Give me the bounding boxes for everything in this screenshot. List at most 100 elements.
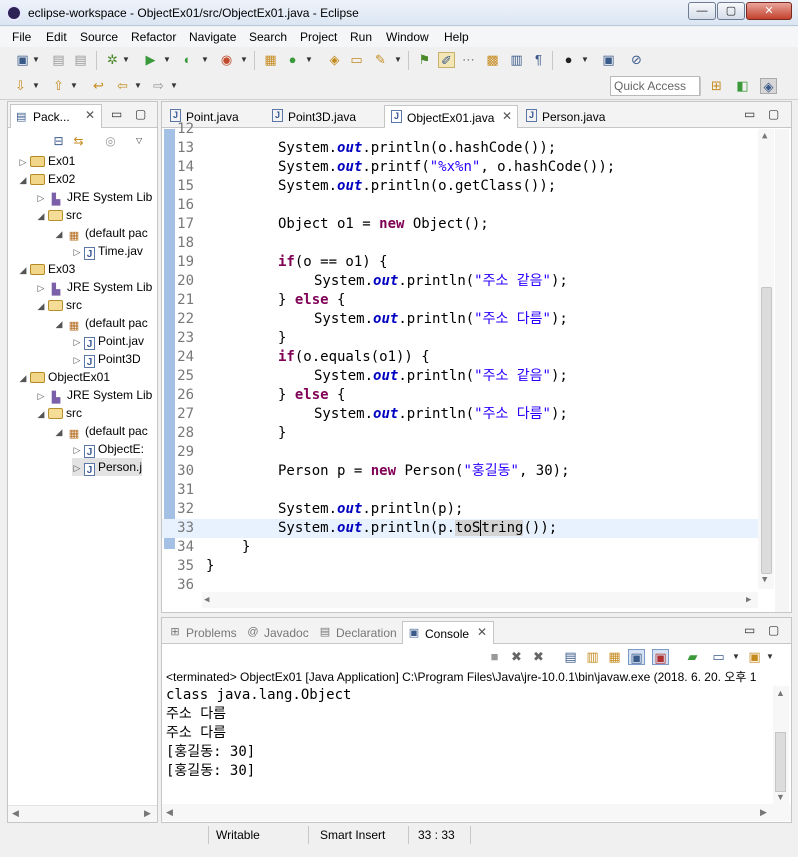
chevron-down-icon[interactable]: ▼	[240, 52, 248, 68]
scrollbar-thumb[interactable]	[775, 732, 786, 792]
tab-console[interactable]: ▣ Console ✕	[402, 621, 494, 644]
menu-search[interactable]: Search	[249, 30, 287, 44]
scroll-right-icon[interactable]: ▶	[746, 595, 751, 605]
view-menu-icon[interactable]: ▽	[136, 133, 144, 149]
open-perspective-icon[interactable]: ⊞	[708, 78, 725, 94]
toggle-breadcrumb-icon[interactable]: ⚑	[416, 52, 433, 68]
forward-icon[interactable]: ⇨	[150, 78, 167, 94]
collapse-icon[interactable]: ◢	[18, 261, 28, 279]
next-annotation-icon[interactable]: ⇩	[12, 78, 29, 94]
clear-console-icon[interactable]: ▤	[562, 649, 579, 665]
tree-item-selected[interactable]: ▷ J Person.j	[72, 458, 143, 477]
save-all-icon[interactable]: ▤	[72, 52, 89, 68]
maximize-button[interactable]: ▢	[717, 2, 745, 20]
last-edit-location-icon[interactable]: ↩	[90, 78, 107, 94]
remove-all-terminated-icon[interactable]: ✖	[530, 649, 547, 665]
tree-item[interactable]: ▷ J ObjectE:	[72, 440, 144, 458]
tab-declaration[interactable]: ▤ Declaration	[314, 621, 402, 644]
chevron-down-icon[interactable]: ▼	[766, 649, 774, 665]
tree-item[interactable]: ◢ ▦ (default pac	[54, 224, 148, 242]
menu-edit[interactable]: Edit	[46, 30, 67, 44]
close-button[interactable]: ✕	[746, 2, 792, 20]
scroll-down-icon[interactable]: ▼	[776, 792, 785, 802]
back-icon[interactable]: ⇦	[114, 78, 131, 94]
chevron-down-icon[interactable]: ▼	[732, 649, 740, 665]
scrollbar-thumb[interactable]	[761, 287, 772, 574]
scroll-lock-icon[interactable]: ▥	[584, 649, 601, 665]
block-selection-icon[interactable]: ▥	[508, 52, 525, 68]
search-icon[interactable]: ✎	[372, 52, 389, 68]
highlight-pen-icon[interactable]: ✐	[438, 52, 455, 68]
tree-item[interactable]: ▷ J Time.jav	[72, 242, 143, 260]
open-console-icon[interactable]: ▣	[746, 649, 763, 665]
pin-console-icon[interactable]: ▰	[684, 649, 701, 665]
menu-project[interactable]: Project	[300, 30, 337, 44]
expand-icon[interactable]: ▷	[36, 279, 46, 297]
menu-run[interactable]: Run	[350, 30, 372, 44]
coverage-icon[interactable]: ◐	[179, 52, 196, 68]
maximize-view-icon[interactable]: ▢	[768, 623, 779, 637]
monitor-icon[interactable]: ▣	[600, 52, 617, 68]
close-icon[interactable]: ✕	[477, 625, 487, 639]
new-class-icon[interactable]: ●	[284, 52, 301, 68]
collapse-icon[interactable]: ◢	[54, 315, 64, 333]
chevron-down-icon[interactable]: ▼	[134, 78, 142, 94]
paragraph-icon[interactable]: ¶	[530, 52, 547, 68]
scroll-left-icon[interactable]: ◀	[12, 808, 19, 819]
vertical-scrollbar[interactable]: ▲ ▼	[758, 129, 774, 589]
minimize-view-icon[interactable]: ▭	[744, 107, 755, 121]
quick-access-input[interactable]: Quick Access	[610, 76, 700, 96]
link-with-editor-icon[interactable]: ⇆	[70, 133, 87, 149]
pin-icon[interactable]: ⊘	[628, 52, 645, 68]
chevron-down-icon[interactable]: ▼	[32, 52, 40, 68]
collapse-icon[interactable]: ◢	[18, 369, 28, 387]
maximize-view-icon[interactable]: ▢	[135, 107, 146, 121]
maximize-view-icon[interactable]: ▢	[768, 107, 779, 121]
tree-item[interactable]: ◢ ▦ (default pac	[54, 422, 148, 440]
open-folder-icon[interactable]: ▭	[348, 52, 365, 68]
tab-package-explorer[interactable]: ▤ Pack... ✕	[10, 104, 102, 128]
scroll-left-icon[interactable]: ◀	[204, 595, 209, 605]
chevron-down-icon[interactable]: ▼	[201, 52, 209, 68]
scroll-right-icon[interactable]: ▶	[760, 807, 767, 818]
vertical-scrollbar[interactable]: ▲ ▼	[773, 686, 789, 804]
tree-item[interactable]: ▷ Ex01	[18, 152, 76, 170]
chevron-down-icon[interactable]: ▼	[394, 52, 402, 68]
focus-icon[interactable]: ◎	[102, 133, 119, 149]
collapse-icon[interactable]: ◢	[36, 405, 46, 423]
tree-item[interactable]: ▷ ▙ JRE System Lib	[36, 188, 153, 206]
tree-item[interactable]: ▷ ▙ JRE System Lib	[36, 278, 153, 297]
expand-icon[interactable]: ▷	[72, 351, 82, 369]
word-wrap-icon[interactable]: ▦	[606, 649, 623, 665]
close-icon[interactable]: ✕	[85, 108, 95, 122]
tree-item[interactable]: ▷ J Point3D	[72, 350, 141, 368]
scroll-right-icon[interactable]: ▶	[144, 808, 151, 819]
collapse-all-icon[interactable]: ⊟	[50, 133, 67, 149]
horizontal-scrollbar[interactable]: ◀ ▶	[202, 592, 758, 608]
chevron-down-icon[interactable]: ▼	[163, 52, 171, 68]
tree-item[interactable]: ◢ src	[36, 206, 82, 224]
chevron-down-icon[interactable]: ▼	[70, 78, 78, 94]
tab-javadoc[interactable]: @ Javadoc	[242, 621, 312, 644]
menu-file[interactable]: File	[12, 30, 31, 44]
open-type-icon[interactable]: ◈	[326, 52, 343, 68]
expand-icon[interactable]: ▷	[72, 333, 82, 351]
debug-icon[interactable]: ✲	[104, 52, 121, 68]
tree-item[interactable]: ▷ J Point.jav	[72, 332, 144, 350]
chevron-down-icon[interactable]: ▼	[581, 52, 589, 68]
expand-icon[interactable]: ▷	[72, 459, 82, 477]
account-icon[interactable]: ●	[560, 52, 577, 68]
terminate-icon[interactable]: ■	[486, 649, 503, 665]
tree-item[interactable]: ▷ ▙ JRE System Lib	[36, 386, 153, 404]
show-whitespace-icon[interactable]: ▩	[484, 52, 501, 68]
scroll-up-icon[interactable]: ▲	[776, 688, 785, 698]
previous-annotation-icon[interactable]: ⇧	[50, 78, 67, 94]
menu-help[interactable]: Help	[444, 30, 469, 44]
chevron-down-icon[interactable]: ▼	[305, 52, 313, 68]
collapse-icon[interactable]: ◢	[36, 207, 46, 225]
tab-problems[interactable]: ⊞ Problems	[164, 621, 240, 644]
horizontal-scrollbar[interactable]: ◀ ▶	[162, 804, 791, 821]
chevron-down-icon[interactable]: ▼	[122, 52, 130, 68]
show-on-stdout-icon[interactable]: ▣	[628, 649, 645, 665]
chevron-down-icon[interactable]: ▼	[170, 78, 178, 94]
